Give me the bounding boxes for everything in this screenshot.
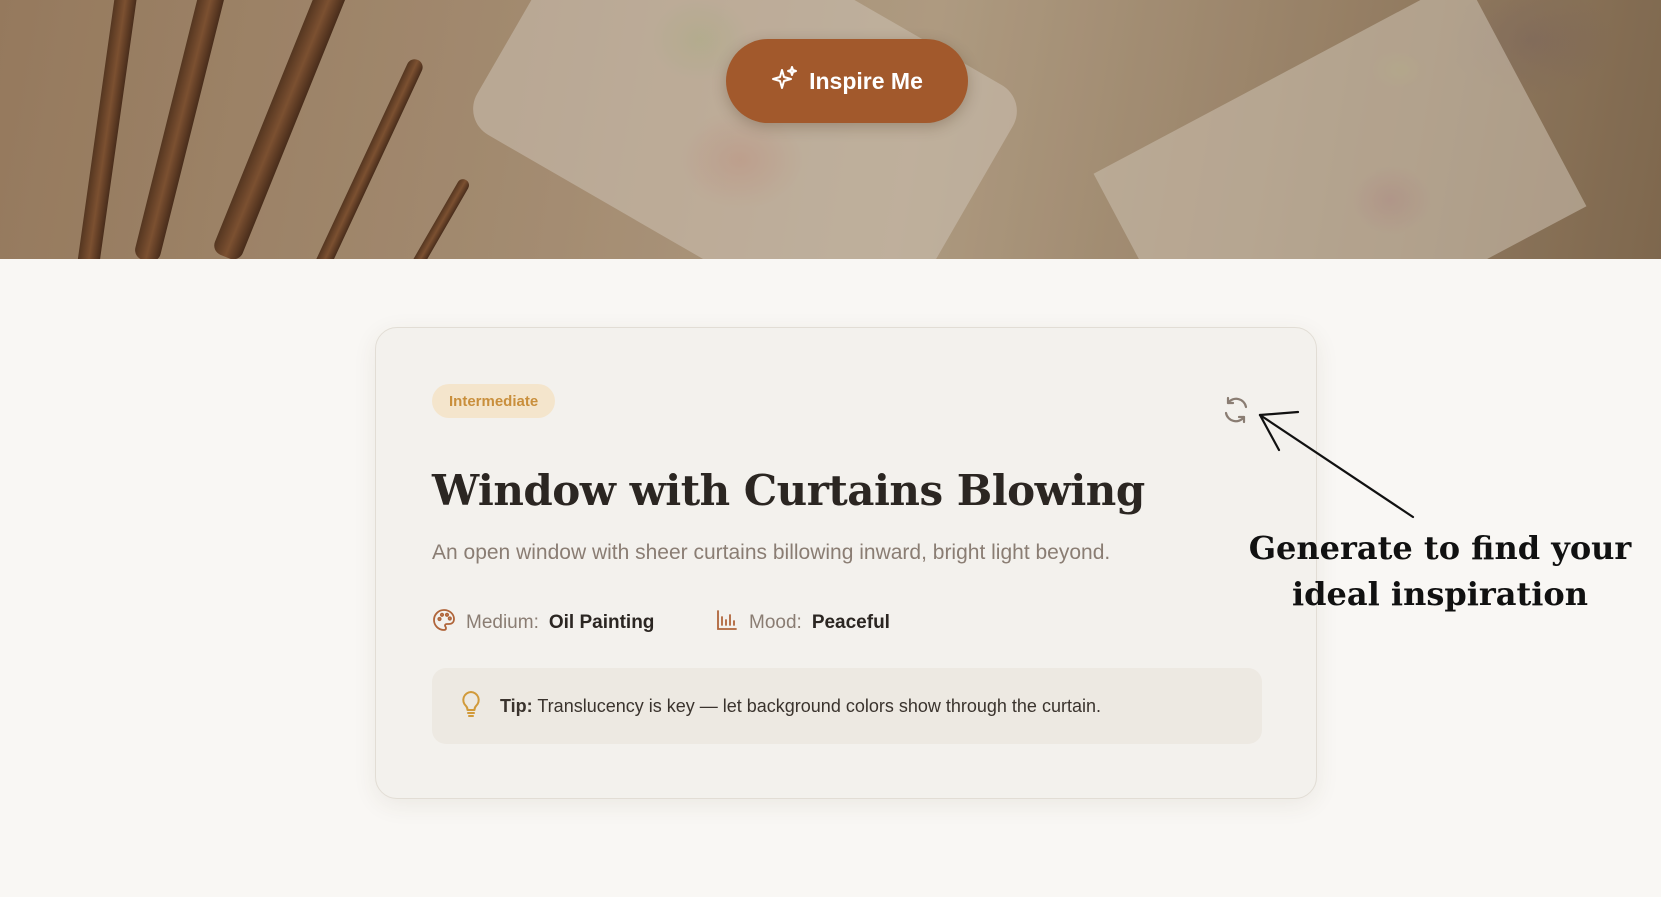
medium-info: Medium: Oil Painting (432, 608, 654, 638)
bar-chart-icon (715, 608, 739, 638)
tip-body: Translucency is key — let background col… (537, 695, 1101, 716)
annotation-arrow-icon (1258, 410, 1415, 519)
prompt-description: An open window with sheer curtains billo… (432, 541, 1111, 564)
annotation-line-2: ideal inspiration (1291, 575, 1589, 613)
prompt-card: Intermediate Window with Curtains Blowin… (375, 327, 1317, 799)
tip-key: Tip: (500, 695, 533, 716)
refresh-icon[interactable] (1220, 394, 1252, 426)
annotation-callout: Generate to find your ideal inspiration (1240, 525, 1640, 617)
inspire-me-label: Inspire Me (809, 67, 923, 94)
mood-info: Mood: Peaceful (715, 608, 890, 638)
medium-label: Medium: (466, 612, 539, 633)
tip-box: Tip: Translucency is key — let backgroun… (432, 668, 1262, 744)
hero-banner: Inspire Me (0, 0, 1661, 259)
mood-label: Mood: (749, 612, 802, 633)
medium-value: Oil Painting (548, 612, 655, 633)
inspire-me-button[interactable]: Inspire Me (726, 39, 968, 123)
difficulty-badge: Intermediate (432, 384, 556, 418)
lightbulb-icon (458, 689, 484, 724)
sparkles-icon (771, 64, 799, 98)
annotation-line-1: Generate to find your (1248, 529, 1632, 567)
mood-value: Peaceful (811, 612, 890, 633)
palette-icon (432, 608, 456, 638)
tip-text: Tip: Translucency is key — let backgroun… (500, 696, 1101, 717)
prompt-title: Window with Curtains Blowing (432, 466, 1145, 515)
